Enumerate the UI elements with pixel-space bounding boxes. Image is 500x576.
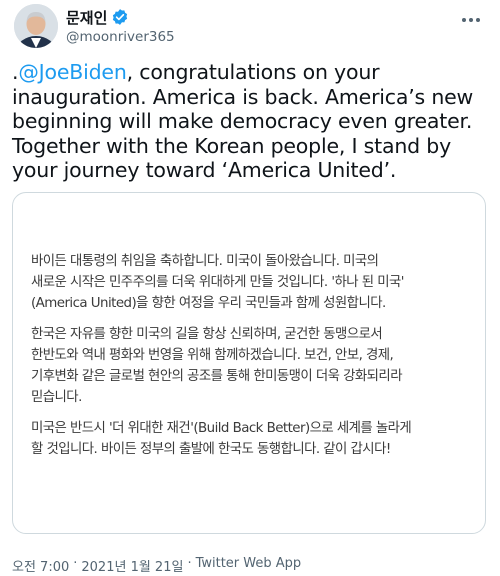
mention-link[interactable]: @JoeBiden — [18, 60, 126, 84]
letter-paragraph: 한국은 자유를 향한 미국의 길을 항상 신뢰하며, 굳건한 동맹으로서 한반도… — [31, 327, 403, 405]
letter-paragraph: 바이든 대통령의 취임을 축하합니다. 미국이 돌아왔습니다. 미국의 새로운 … — [31, 254, 404, 311]
letter-text: 바이든 대통령의 취임을 축하합니다. 미국이 돌아왔습니다. 미국의 새로운 … — [31, 251, 467, 470]
attached-image[interactable]: 바이든 대통령의 취임을 축하합니다. 미국이 돌아왔습니다. 미국의 새로운 … — [12, 192, 486, 534]
tweet-date[interactable]: 2021년 1월 21일 — [81, 556, 183, 575]
separator-dot: · — [187, 556, 192, 571]
verified-badge-icon — [111, 8, 129, 26]
tweet-time[interactable]: 오전 7:00 — [12, 556, 69, 575]
letter-paragraph: 미국은 반드시 '더 위대한 재건'(Build Back Better)으로 … — [31, 421, 412, 457]
separator-dot: · — [73, 556, 78, 571]
more-options-icon[interactable] — [458, 10, 484, 30]
display-name[interactable]: 문재인 — [66, 7, 107, 28]
tweet-source[interactable]: Twitter Web App — [196, 556, 302, 575]
user-handle[interactable]: @moonriver365 — [66, 29, 175, 45]
avatar[interactable] — [14, 4, 58, 48]
tweet-header: 문재인 @moonriver365 — [10, 4, 490, 52]
tweet-metadata: 오전 7:00 · 2021년 1월 21일 · Twitter Web App — [12, 556, 301, 575]
display-name-row: 문재인 — [66, 6, 175, 28]
user-names: 문재인 @moonriver365 — [66, 6, 175, 46]
tweet: 문재인 @moonriver365 .@JoeBiden, congratula… — [0, 0, 500, 576]
tweet-text: .@JoeBiden, congratulations on your inau… — [12, 60, 490, 183]
